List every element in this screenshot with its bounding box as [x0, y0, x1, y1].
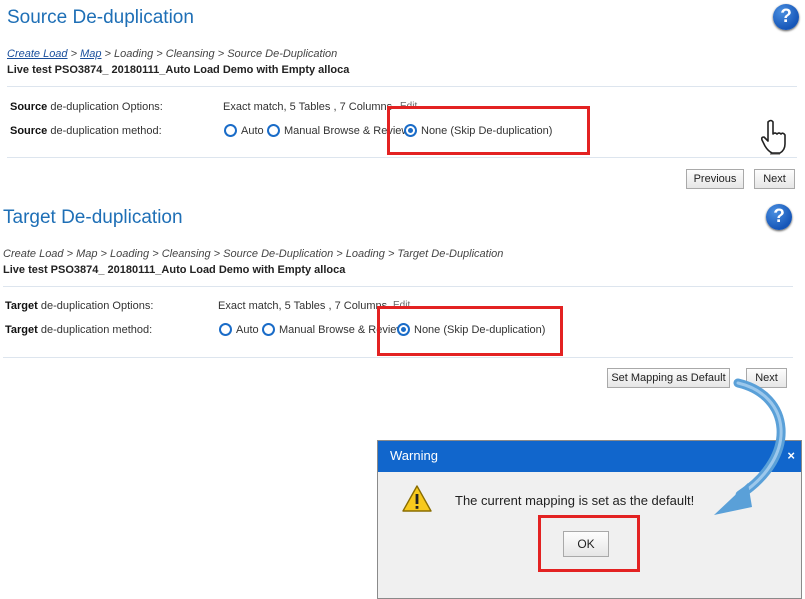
source-next-button[interactable]: Next [754, 169, 795, 189]
breadcrumb-sep: > [153, 48, 166, 60]
highlight-box [387, 106, 590, 155]
breadcrumb-loading: Loading [114, 48, 154, 60]
highlight-box [377, 306, 563, 356]
target-title: Target De-duplication [3, 207, 183, 228]
target-method-label: Target de-duplication method: [5, 324, 153, 336]
source-options-value: Exact match, 5 Tables , 7 Columns [223, 101, 393, 113]
warning-icon [402, 485, 432, 512]
curved-arrow-icon [714, 378, 786, 515]
breadcrumb-create-load[interactable]: Create Load [7, 48, 68, 60]
previous-button[interactable]: Previous [686, 169, 744, 189]
breadcrumb-source-dedup: Source De-Duplication [227, 48, 338, 60]
divider [3, 357, 793, 358]
radio-button[interactable] [219, 323, 232, 336]
breadcrumb-sep: > [67, 48, 81, 60]
help-icon[interactable]: ? [766, 204, 792, 230]
breadcrumb-map[interactable]: Map [80, 48, 101, 60]
radio-button[interactable] [262, 323, 275, 336]
source-method-label: Source de-duplication method: [10, 125, 162, 137]
breadcrumb: Create Load > Map > Loading > Cleansing … [7, 48, 337, 60]
breadcrumb-sep: > [214, 48, 228, 60]
dialog-title: Warning [390, 448, 438, 463]
divider [3, 286, 793, 287]
breadcrumb-sep: > [101, 48, 115, 60]
pointer-hand-icon [760, 119, 786, 155]
load-subtitle: Live test PSO3874_ 20180111_Auto Load De… [3, 264, 346, 276]
breadcrumb: Create Load > Map > Loading > Cleansing … [3, 248, 504, 260]
radio-button[interactable] [267, 124, 280, 137]
target-options-value: Exact match, 5 Tables , 7 Columns [218, 300, 388, 312]
dialog-message: The current mapping is set as the defaul… [455, 493, 695, 508]
target-radio-auto[interactable]: Auto [219, 323, 259, 336]
highlight-box [538, 515, 640, 572]
source-title: Source De-duplication [7, 7, 194, 28]
target-options-label: Target de-duplication Options: [5, 300, 154, 312]
source-options-label: Source de-duplication Options: [10, 101, 163, 113]
help-icon[interactable]: ? [773, 4, 799, 30]
breadcrumb-cleansing: Cleansing [165, 48, 215, 60]
source-radio-auto[interactable]: Auto [224, 124, 264, 137]
load-subtitle: Live test PSO3874_ 20180111_Auto Load De… [7, 64, 350, 76]
radio-button[interactable] [224, 124, 237, 137]
divider [7, 86, 797, 87]
divider [7, 157, 797, 158]
